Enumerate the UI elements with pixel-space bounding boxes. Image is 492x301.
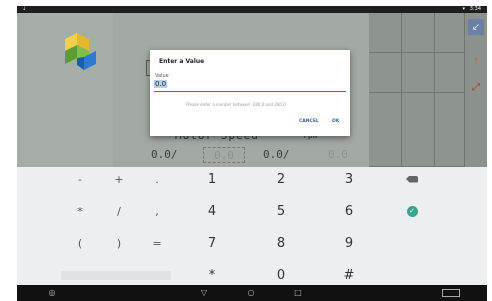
logo-icon[interactable]: ◎ bbox=[45, 285, 59, 301]
key-comma[interactable]: , bbox=[137, 199, 177, 223]
key-4[interactable]: 4 bbox=[192, 199, 232, 223]
space-key[interactable] bbox=[61, 271, 171, 280]
key-minus[interactable]: - bbox=[60, 167, 100, 191]
value-text: 0.0 bbox=[154, 80, 168, 88]
grid-cell bbox=[435, 53, 465, 93]
status-time: 3:34 bbox=[469, 6, 481, 12]
left-panel bbox=[17, 13, 113, 167]
range-hint: Please enter a number between -280.0 and… bbox=[186, 102, 286, 107]
key-star[interactable]: * bbox=[192, 263, 232, 287]
speed-readout: 0.0/ bbox=[151, 148, 178, 161]
keyboard-icon[interactable] bbox=[442, 289, 460, 297]
back-icon[interactable]: ▽ bbox=[197, 285, 211, 301]
key-equals[interactable]: = bbox=[137, 231, 177, 255]
status-bar: ⇣ ▾ 3:34 bbox=[17, 6, 487, 13]
check-icon: ✓ bbox=[406, 205, 418, 217]
value-label: Value bbox=[155, 73, 169, 79]
recents-icon[interactable]: □ bbox=[291, 285, 305, 301]
grid-cell bbox=[435, 13, 465, 53]
key-hash[interactable]: # bbox=[329, 263, 369, 287]
app-background: ⌇ Motor Speed rpm 0.0/ 0.0 0.0/ 0.0 ↙ ! … bbox=[17, 13, 487, 167]
key-8[interactable]: 8 bbox=[261, 231, 301, 255]
key-9[interactable]: 9 bbox=[329, 231, 369, 255]
key-1[interactable]: 1 bbox=[192, 167, 232, 191]
navigation-bar: ◎ ▽ ○ □ bbox=[17, 285, 487, 301]
value-input[interactable]: 0.0 bbox=[154, 80, 346, 92]
grid-cell bbox=[402, 93, 435, 167]
dialog-title: Enter a Value bbox=[159, 58, 205, 65]
tablet-screen: ⇣ ▾ 3:34 ⌇ Motor Speed rpm 0.0/ 0.0 0.0/… bbox=[17, 6, 487, 301]
key-open-paren[interactable]: ( bbox=[60, 231, 100, 255]
key-2[interactable]: 2 bbox=[261, 167, 301, 191]
logo-icon bbox=[65, 33, 96, 70]
done-key[interactable]: ✓ bbox=[392, 199, 432, 223]
grid-cell bbox=[369, 13, 402, 53]
home-icon[interactable]: ○ bbox=[244, 285, 258, 301]
grid-cell bbox=[369, 93, 402, 167]
numeric-keyboard: - + . 1 2 3 * / , 4 5 6 ✓ ( ) = 7 8 9 * … bbox=[17, 167, 487, 285]
fullscreen-icon[interactable]: ⤢ bbox=[468, 79, 484, 95]
key-0[interactable]: 0 bbox=[261, 263, 301, 287]
key-plus[interactable]: + bbox=[99, 167, 139, 191]
rpm-readout: 0.0/ bbox=[263, 148, 290, 161]
grid-cell bbox=[369, 53, 402, 93]
grid-panel bbox=[369, 13, 465, 167]
key-3[interactable]: 3 bbox=[329, 167, 369, 191]
enter-value-dialog: Enter a Value Value 0.0 Please enter a n… bbox=[150, 50, 350, 136]
right-toolbar: ↙ ! ⤢ bbox=[465, 13, 487, 167]
backspace-icon bbox=[406, 175, 418, 183]
notification-icon: ⇣ bbox=[22, 6, 27, 12]
rpm-setpoint[interactable]: 0.0 bbox=[317, 147, 359, 163]
key-period[interactable]: . bbox=[137, 167, 177, 191]
key-6[interactable]: 6 bbox=[329, 199, 369, 223]
delete-key[interactable] bbox=[392, 167, 432, 191]
key-slash[interactable]: / bbox=[99, 199, 139, 223]
info-icon[interactable]: ! bbox=[468, 53, 484, 69]
key-5[interactable]: 5 bbox=[261, 199, 301, 223]
key-asterisk[interactable]: * bbox=[60, 199, 100, 223]
speed-setpoint[interactable]: 0.0 bbox=[203, 147, 245, 163]
wifi-icon: ▾ bbox=[462, 6, 465, 12]
cancel-button[interactable]: CANCEL bbox=[299, 119, 319, 124]
key-close-paren[interactable]: ) bbox=[99, 231, 139, 255]
ok-button[interactable]: OK bbox=[332, 119, 339, 124]
key-7[interactable]: 7 bbox=[192, 231, 232, 255]
grid-cell bbox=[402, 13, 435, 53]
minimize-icon[interactable]: ↙ bbox=[468, 19, 484, 35]
grid-cell bbox=[402, 53, 435, 93]
grid-cell bbox=[435, 93, 465, 167]
